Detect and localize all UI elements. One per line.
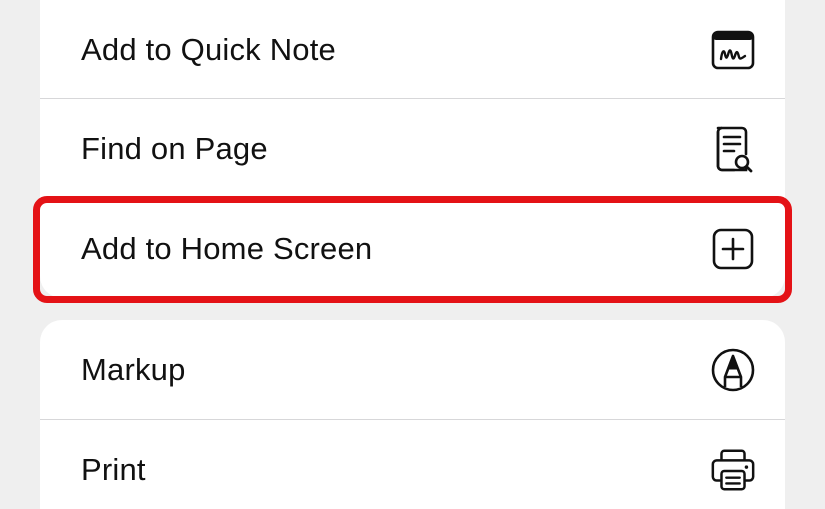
menu-item-label: Add to Quick Note: [81, 32, 336, 67]
menu-item-add-to-home-screen[interactable]: Add to Home Screen: [40, 199, 785, 298]
menu-item-label: Print: [81, 452, 146, 487]
menu-item-add-to-quick-note[interactable]: Add to Quick Note: [40, 0, 785, 100]
menu-item-print[interactable]: Print: [40, 420, 785, 509]
markup-icon: [709, 346, 757, 394]
add-square-icon: [709, 225, 757, 273]
menu-item-find-on-page[interactable]: Find on Page: [40, 99, 785, 199]
quick-note-icon: [709, 26, 757, 74]
share-actions-group-1: Add to Quick Note Find on Page Add to Ho…: [40, 0, 785, 298]
find-on-page-icon: [709, 125, 757, 173]
printer-icon: [709, 446, 757, 494]
menu-item-markup[interactable]: Markup: [40, 320, 785, 420]
menu-item-label: Add to Home Screen: [81, 231, 373, 266]
menu-item-label: Find on Page: [81, 131, 268, 166]
share-actions-group-2: Markup Print: [40, 320, 785, 509]
menu-item-label: Markup: [81, 352, 186, 387]
